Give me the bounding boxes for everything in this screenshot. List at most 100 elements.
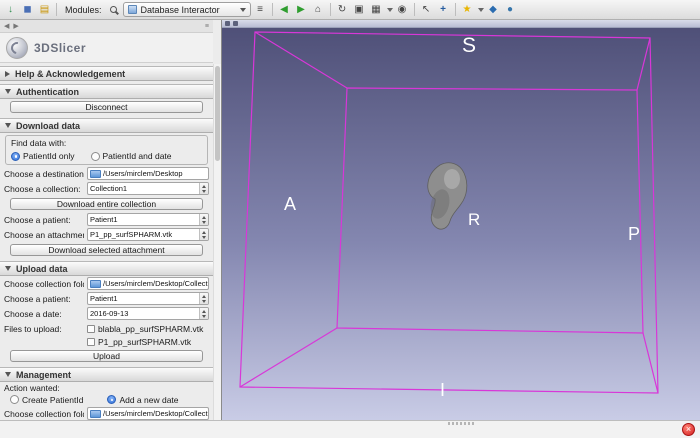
upload-folder-row: Choose collection folder: /Users/mirclem…	[0, 276, 213, 291]
spinner-icon[interactable]	[199, 183, 208, 194]
view-controller-bar[interactable]	[222, 20, 700, 28]
radio-patientid-and-date[interactable]: PatientId and date	[91, 151, 172, 161]
radio-unselected-icon	[91, 152, 100, 161]
spinner-icon[interactable]	[199, 214, 208, 225]
radio-patientid-only[interactable]: PatientId only	[11, 151, 75, 161]
management-folder-row: Choose collection folder: /Users/mirclem…	[0, 406, 213, 420]
radio-add-new-date[interactable]: Add a new date	[107, 395, 178, 405]
radio-selected-icon	[107, 395, 116, 404]
threed-view[interactable]: S A R P I	[222, 28, 700, 420]
panel-toolbar: ◀ ▶ ≡	[0, 20, 213, 33]
module-home-icon[interactable]: ⌂	[311, 2, 326, 18]
patient-label: Choose a patient:	[4, 294, 84, 304]
model-surface[interactable]	[428, 163, 467, 229]
module-selector[interactable]: Database Interactor	[123, 2, 251, 17]
history-forward-icon[interactable]: ▶	[294, 2, 309, 18]
date-label: Choose a date:	[4, 309, 84, 319]
layout-icon[interactable]: ▦	[369, 2, 384, 18]
destination-path-value: /Users/mirclem/Desktop	[103, 169, 208, 178]
download-patient-row: Choose a patient: Patient1	[0, 212, 213, 227]
management-folder-path-button[interactable]: /Users/mirclem/Desktop/Collection1	[87, 407, 209, 420]
layout-caret-icon[interactable]	[387, 8, 393, 12]
radio-label: PatientId and date	[103, 151, 172, 161]
spinner-icon[interactable]	[199, 293, 208, 304]
view-3d-icon[interactable]: ▣	[352, 2, 367, 18]
error-log-button[interactable]: ×	[682, 423, 695, 436]
radio-label: Add a new date	[119, 395, 178, 405]
toolbar-separator	[455, 3, 456, 16]
attachment-label: Choose an attachment:	[4, 230, 84, 240]
file-name: P1_pp_surfSPHARM.vtk	[98, 337, 191, 347]
upload-patient-combo[interactable]: Patient1	[87, 292, 209, 305]
disconnect-button[interactable]: Disconnect	[10, 101, 203, 113]
files-to-upload-row-2: P1_pp_surfSPHARM.vtk	[0, 336, 213, 348]
favorites-caret-icon[interactable]	[478, 8, 484, 12]
view-menu-icon[interactable]	[233, 21, 238, 26]
module-search-icon[interactable]	[106, 2, 121, 18]
magnifier-glyph	[110, 6, 117, 13]
mouse-mode-icon[interactable]: ↖	[419, 2, 434, 18]
splitter-grip[interactable]	[448, 422, 474, 425]
upload-folder-path-button[interactable]: /Users/mirclem/Desktop/Collection1	[87, 277, 209, 290]
threed-viewport: S A R P I	[222, 20, 700, 420]
collection-label: Choose a collection:	[4, 184, 84, 194]
find-data-radios: PatientId only PatientId and date	[11, 151, 202, 161]
download-patient-combo[interactable]: Patient1	[87, 213, 209, 226]
history-back-icon[interactable]: ◀	[277, 2, 292, 18]
date-combo[interactable]: 2016-09-13	[87, 307, 209, 320]
favorites-star-icon[interactable]: ★	[460, 2, 475, 18]
patient-value: Patient1	[90, 215, 197, 224]
upload-patient-row: Choose a patient: Patient1	[0, 291, 213, 306]
section-authentication[interactable]: Authentication	[0, 84, 213, 99]
orientation-label-right: R	[468, 210, 480, 230]
module-selector-value: Database Interactor	[141, 5, 220, 15]
destination-path-button[interactable]: /Users/mirclem/Desktop	[87, 167, 209, 180]
module-menu-icon[interactable]: ≡	[253, 2, 268, 18]
panel-back-icon[interactable]: ◀	[4, 23, 9, 30]
panel-menu-icon[interactable]: ≡	[205, 23, 209, 30]
action-wanted-label: Action wanted:	[4, 383, 164, 393]
section-management[interactable]: Management	[0, 367, 213, 382]
section-download-data[interactable]: Download data	[0, 118, 213, 133]
find-data-groupbox: Find data with: PatientId only PatientId…	[5, 135, 208, 165]
upload-button[interactable]: Upload	[10, 350, 203, 362]
spinner-icon[interactable]	[199, 229, 208, 240]
spinner-icon[interactable]	[199, 308, 208, 319]
slicer-logo-icon	[6, 37, 28, 59]
slicer-window: ↓ ◼ ▤ Modules: Database Interactor ≡ ◀ ▶…	[0, 0, 700, 438]
section-help-acknowledgement[interactable]: Help & Acknowledgement	[0, 66, 213, 81]
python-console-icon[interactable]: ●	[503, 2, 518, 18]
panel-scrollbar[interactable]	[213, 64, 221, 420]
load-data-icon[interactable]: ↓	[3, 2, 18, 18]
crosshair-icon[interactable]: +	[436, 2, 451, 18]
view-pin-icon[interactable]	[225, 21, 230, 26]
screenshot-icon[interactable]: ◉	[395, 2, 410, 18]
patient-value: Patient1	[90, 294, 197, 303]
collapse-right-icon	[5, 71, 10, 77]
file-checkbox-1[interactable]: blabla_pp_surfSPHARM.vtk	[87, 324, 203, 334]
radio-create-patientid[interactable]: Create PatientId	[10, 395, 83, 405]
attachment-combo[interactable]: P1_pp_surfSPHARM.vtk	[87, 228, 209, 241]
collection-value: Collection1	[90, 184, 197, 193]
collapse-down-icon	[5, 372, 11, 377]
orientation-label-inferior: I	[440, 380, 445, 401]
collapse-down-icon	[5, 89, 11, 94]
scrollbar-thumb[interactable]	[215, 66, 220, 161]
module-panel: ◀ ▶ ≡ 3DSlicer Help & Acknowledgement Au…	[0, 20, 222, 420]
extensions-icon[interactable]: ◆	[486, 2, 501, 18]
toolbar-separator	[56, 3, 57, 16]
download-selected-attachment-button[interactable]: Download selected attachment	[10, 244, 203, 256]
dicom-icon[interactable]: ▤	[37, 2, 52, 18]
checkbox-icon	[87, 338, 95, 346]
section-upload-data[interactable]: Upload data	[0, 261, 213, 276]
collection-combo[interactable]: Collection1	[87, 182, 209, 195]
management-folder-value: /Users/mirclem/Desktop/Collection1	[103, 409, 208, 418]
download-entire-collection-button[interactable]: Download entire collection	[10, 198, 203, 210]
file-checkbox-2[interactable]: P1_pp_surfSPHARM.vtk	[87, 337, 191, 347]
slicer-logo-text: 3DSlicer	[34, 41, 86, 55]
refresh-icon[interactable]: ↻	[335, 2, 350, 18]
section-title: Upload data	[16, 264, 68, 274]
save-icon[interactable]: ◼	[20, 2, 35, 18]
toolbar-separator	[330, 3, 331, 16]
panel-forward-icon[interactable]: ▶	[13, 23, 18, 30]
